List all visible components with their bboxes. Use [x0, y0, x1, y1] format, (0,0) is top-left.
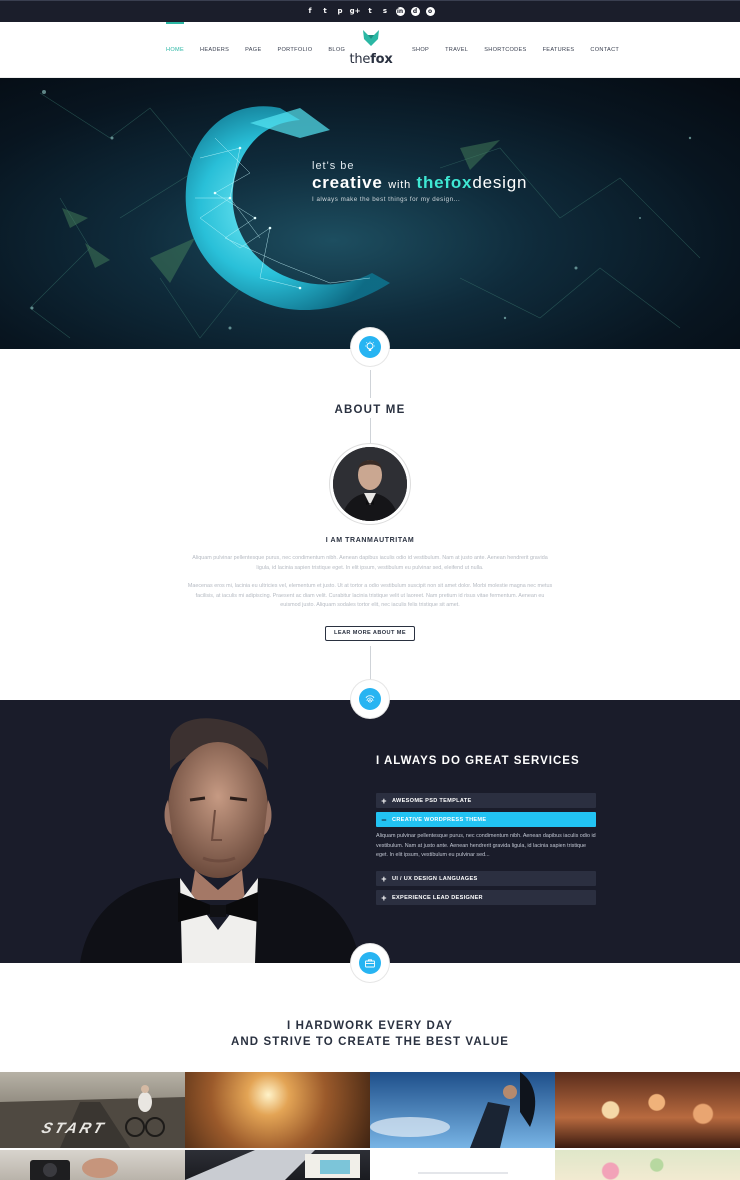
lightbulb-icon [359, 336, 381, 358]
hardwork-heading: I HARDWORK EVERY DAY AND STRIVE TO CREAT… [0, 1018, 740, 1050]
gallery-tile-camera[interactable] [0, 1150, 185, 1180]
hardwork-line-1: I HARDWORK EVERY DAY [287, 1020, 453, 1032]
about-name: I AM TRANMAUTRITAM [325, 537, 415, 544]
nav-features[interactable]: FEATURES [543, 22, 575, 78]
gallery-tile-blank[interactable] [370, 1150, 555, 1180]
gallery-tile-balloons[interactable] [555, 1150, 740, 1180]
nav-contact[interactable]: CONTACT [590, 22, 619, 78]
google-plus-icon[interactable]: g+ [350, 7, 361, 16]
services-section: I ALWAYS DO GREAT SERVICES + AWESOME PSD … [0, 700, 740, 963]
briefcase-icon [359, 952, 381, 974]
nav-portfolio[interactable]: PORTFOLIO [277, 22, 312, 78]
instagram-icon[interactable]: o [425, 7, 435, 16]
accordion-item-psd[interactable]: + AWESOME PSD TEMPLATE [376, 793, 596, 808]
accordion-body: Aliquam pulvinar pellentesque purus, nec… [376, 833, 596, 858]
logo-text: thefox [349, 52, 393, 67]
nav-travel[interactable]: TRAVEL [445, 22, 468, 78]
hardwork-line-2: AND STRIVE TO CREATE THE BEST VALUE [230, 1036, 510, 1048]
hero-line-2: creative with thefoxdesign [312, 173, 528, 192]
nav-page[interactable]: PAGE [245, 22, 261, 78]
divider-line [370, 646, 371, 680]
hero-banner: let's be creative with thefoxdesign I al… [0, 78, 740, 349]
gallery-tile-sunset-grass[interactable] [185, 1072, 370, 1148]
portrait-photo [0, 700, 400, 963]
nav-blog[interactable]: BLOG [328, 22, 345, 78]
gallery-tile-sky-jump[interactable] [370, 1072, 555, 1148]
gallery-tile-laptop[interactable] [185, 1150, 370, 1180]
social-bar: f t p g+ t s in d o [0, 0, 740, 22]
profile-photo [333, 447, 407, 521]
plus-icon: + [381, 873, 387, 884]
about-title: ABOUT ME [334, 404, 406, 416]
minus-icon: − [381, 814, 387, 825]
stumbleupon-icon[interactable]: s [381, 7, 390, 16]
site-logo[interactable]: thefox [346, 30, 396, 67]
services-title: I ALWAYS DO GREAT SERVICES [376, 755, 580, 767]
hero-headline: let's be creative with thefoxdesign I al… [312, 160, 527, 203]
polygon-globe-graphic [29, 90, 701, 339]
fox-logo-icon [363, 30, 379, 46]
briefcase-badge [351, 944, 389, 982]
about-paragraph-2: Maecenas eros mi, lacinia eu ultricies v… [187, 583, 553, 608]
gallery-tile-road[interactable]: START [0, 1072, 185, 1148]
nav-shortcodes[interactable]: SHORTCODES [484, 22, 526, 78]
accordion-item-lead-designer[interactable]: + EXPERIENCE LEAD DESIGNER [376, 890, 596, 905]
gallery-tile-bokeh[interactable] [555, 1072, 740, 1148]
linkedin-icon[interactable]: in [395, 7, 405, 16]
hero-line-1: let's be [312, 160, 355, 172]
avatar [330, 444, 410, 524]
start-road-text: START [39, 1120, 109, 1137]
dribbble-icon[interactable]: d [410, 7, 420, 16]
accordion-item-wordpress[interactable]: − CREATIVE WORDPRESS THEME [376, 812, 596, 827]
primary-nav-left: HOME HEADERS PAGE PORTFOLIO BLOG [166, 22, 361, 78]
idea-badge [351, 328, 389, 366]
hero-tagline: I always make the best things for my des… [312, 196, 461, 203]
divider-line [370, 370, 371, 398]
primary-nav-right: SHOP TRAVEL SHORTCODES FEATURES CONTACT [412, 22, 635, 78]
nav-home[interactable]: HOME [166, 22, 184, 78]
about-paragraph-1: Aliquam pulvinar pellentesque purus, nec… [192, 555, 548, 571]
twitter-icon[interactable]: t [321, 7, 330, 16]
learn-more-button[interactable]: LEAR MORE ABOUT ME [325, 626, 415, 641]
site-header: HOME HEADERS PAGE PORTFOLIO BLOG thefox … [0, 22, 740, 78]
pinterest-icon[interactable]: p [336, 7, 345, 16]
plus-icon: + [381, 892, 387, 903]
accordion-item-uiux[interactable]: + UI / UX DESIGN LANGUAGES [376, 871, 596, 886]
nav-shop[interactable]: SHOP [412, 22, 429, 78]
facebook-icon[interactable]: f [306, 7, 315, 16]
tumblr-icon[interactable]: t [366, 7, 375, 16]
fingerprint-icon [359, 688, 381, 710]
divider-line [370, 418, 371, 444]
portfolio-gallery: START [0, 1072, 740, 1180]
nav-headers[interactable]: HEADERS [200, 22, 229, 78]
plus-icon: + [381, 795, 387, 806]
fingerprint-badge [351, 680, 389, 718]
